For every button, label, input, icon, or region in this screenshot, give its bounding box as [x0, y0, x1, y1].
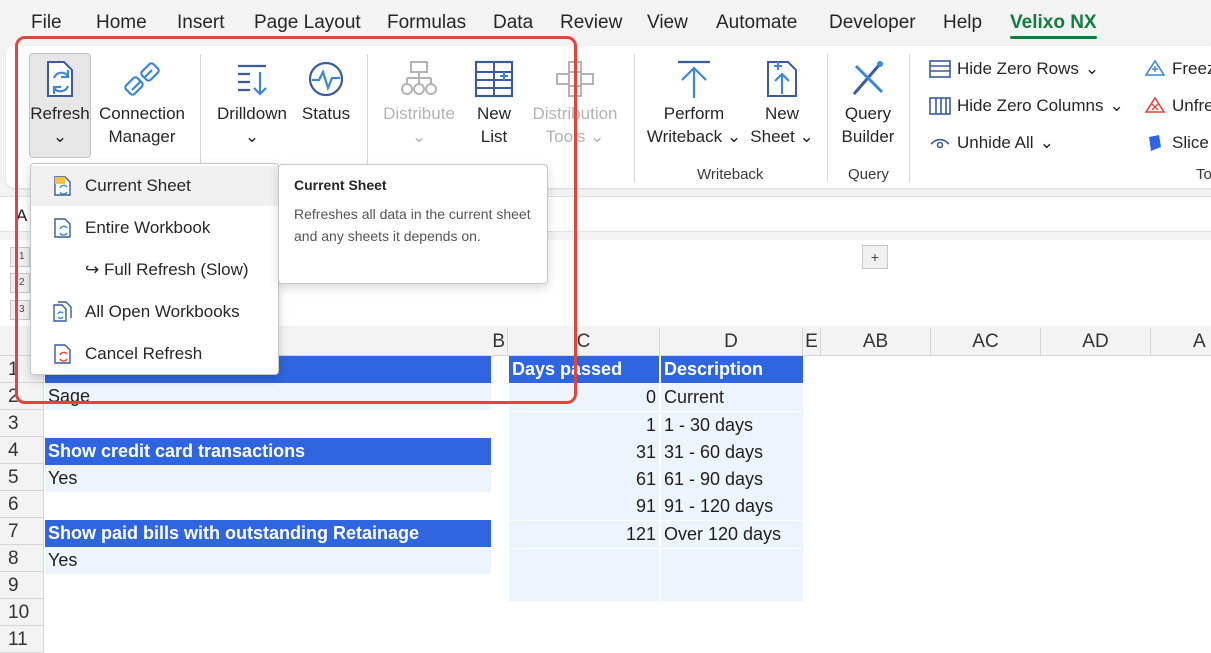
column-header-ac[interactable]: AC [931, 328, 1041, 356]
query-builder-label-1: Query [844, 104, 892, 123]
column-header-ab[interactable]: AB [821, 328, 931, 356]
new-sheet-label-1: New [764, 104, 799, 123]
group-label-to: To [1196, 166, 1211, 183]
hide-zero-rows-button[interactable]: Hide Zero Rows ⌄ [929, 59, 1099, 79]
hide-zero-columns-button[interactable]: Hide Zero Columns ⌄ [929, 96, 1124, 116]
group-label-query: Query [848, 166, 889, 183]
tab-developer[interactable]: Developer [829, 12, 916, 34]
tab-automate[interactable]: Automate [716, 12, 797, 34]
freeze-button[interactable]: Freez [1144, 59, 1211, 79]
ribbon-separator [827, 54, 828, 182]
writeback-upload-icon [678, 60, 710, 98]
row-header[interactable]: 7 [0, 518, 44, 545]
row-header[interactable]: 11 [0, 626, 44, 653]
hide-zero-rows-label: Hide Zero Rows [957, 59, 1079, 78]
cell-a7[interactable]: Show paid bills with outstanding Retaina… [45, 520, 491, 547]
cell-d7[interactable]: Over 120 days [661, 521, 803, 548]
query-builder-label-2: Builder [841, 127, 895, 146]
tab-data[interactable]: Data [493, 12, 533, 34]
cell-a5[interactable]: Yes [45, 465, 491, 492]
cell-d9[interactable] [661, 576, 803, 601]
unfreeze-label: Unfre [1172, 96, 1211, 115]
unfreeze-button[interactable]: Unfre [1144, 96, 1211, 116]
cell-d3[interactable]: 1 - 30 days [661, 412, 803, 439]
tab-home[interactable]: Home [96, 12, 147, 34]
new-sheet-button[interactable]: New Sheet ⌄ [748, 56, 816, 148]
eye-icon [930, 138, 950, 149]
cell-d2[interactable]: Current [661, 384, 803, 411]
chevron-down-icon: ⌄ [1039, 133, 1054, 152]
tab-insert[interactable]: Insert [177, 12, 225, 34]
cell-c3[interactable]: 1 [509, 412, 659, 439]
columns-icon [929, 97, 951, 115]
row-header[interactable]: 5 [0, 464, 44, 491]
column-header-d[interactable]: D [660, 328, 803, 356]
slice-button[interactable]: Slice [1144, 133, 1209, 153]
chevron-down-icon: ⌄ [799, 127, 814, 146]
unfreeze-icon [1144, 96, 1166, 113]
row-header[interactable]: 3 [0, 410, 44, 437]
perform-writeback-button[interactable]: Perform Writeback ⌄ [644, 56, 744, 148]
chevron-down-icon: ⌄ [726, 127, 742, 146]
cell-d1[interactable]: Description [661, 356, 803, 383]
perform-writeback-label-2: Writeback [646, 127, 723, 146]
row-header[interactable]: 6 [0, 491, 44, 518]
tab-review[interactable]: Review [560, 12, 622, 34]
highlight-annotation [15, 36, 577, 404]
cell-c9[interactable] [509, 576, 659, 601]
cell-d6[interactable]: 91 - 120 days [661, 493, 803, 520]
hide-zero-columns-label: Hide Zero Columns [957, 96, 1104, 115]
row-header[interactable]: 10 [0, 599, 44, 626]
cell-a4[interactable]: Show credit card transactions [45, 438, 491, 465]
cell-c4[interactable]: 31 [509, 439, 659, 466]
unhide-all-button[interactable]: Unhide All ⌄ [929, 133, 1054, 153]
ribbon-separator [909, 54, 910, 182]
chevron-down-icon: ⌄ [1109, 96, 1124, 115]
query-builder-icon [852, 61, 884, 95]
tab-help[interactable]: Help [943, 12, 982, 34]
cell-a8[interactable]: Yes [45, 547, 491, 574]
new-sheet-label-2: Sheet [750, 127, 795, 146]
tab-page-layout[interactable]: Page Layout [254, 12, 361, 34]
column-header-ae[interactable]: A [1151, 328, 1211, 356]
cell-d4[interactable]: 31 - 60 days [661, 439, 803, 466]
cell-c6[interactable]: 91 [509, 493, 659, 520]
row-header[interactable]: 4 [0, 437, 44, 464]
chevron-down-icon: ⌄ [1084, 59, 1100, 78]
perform-writeback-label-1: Perform [663, 104, 725, 123]
slice-label: Slice [1172, 133, 1209, 152]
tab-formulas[interactable]: Formulas [387, 12, 466, 34]
freeze-label: Freez [1172, 59, 1211, 78]
freeze-icon [1144, 59, 1166, 76]
tab-view[interactable]: View [647, 12, 688, 34]
row-header[interactable]: 9 [0, 572, 44, 599]
tab-file[interactable]: File [31, 12, 62, 34]
chevron-down-icon: ⌄ [590, 127, 605, 146]
slice-icon [1149, 135, 1161, 151]
cell-c7[interactable]: 121 [509, 521, 659, 548]
unhide-all-label: Unhide All [957, 133, 1034, 152]
rows-icon [929, 60, 951, 78]
outline-expand-button[interactable]: + [862, 245, 888, 269]
cell-d8[interactable] [661, 549, 803, 576]
ribbon-separator [634, 54, 635, 182]
query-builder-button[interactable]: Query Builder [836, 56, 900, 148]
excel-window: File Home Insert Page Layout Formulas Da… [0, 0, 1211, 653]
new-sheet-icon [767, 61, 797, 97]
column-header-ad[interactable]: AD [1041, 328, 1151, 356]
column-header-e[interactable]: E [803, 328, 821, 356]
cell-c8[interactable] [509, 549, 659, 576]
tab-velixo-nx[interactable]: Velixo NX [1010, 12, 1097, 39]
cell-d5[interactable]: 61 - 90 days [661, 466, 803, 493]
cell-c5[interactable]: 61 [509, 466, 659, 493]
row-header[interactable]: 8 [0, 545, 44, 572]
group-label-writeback: Writeback [697, 166, 764, 183]
